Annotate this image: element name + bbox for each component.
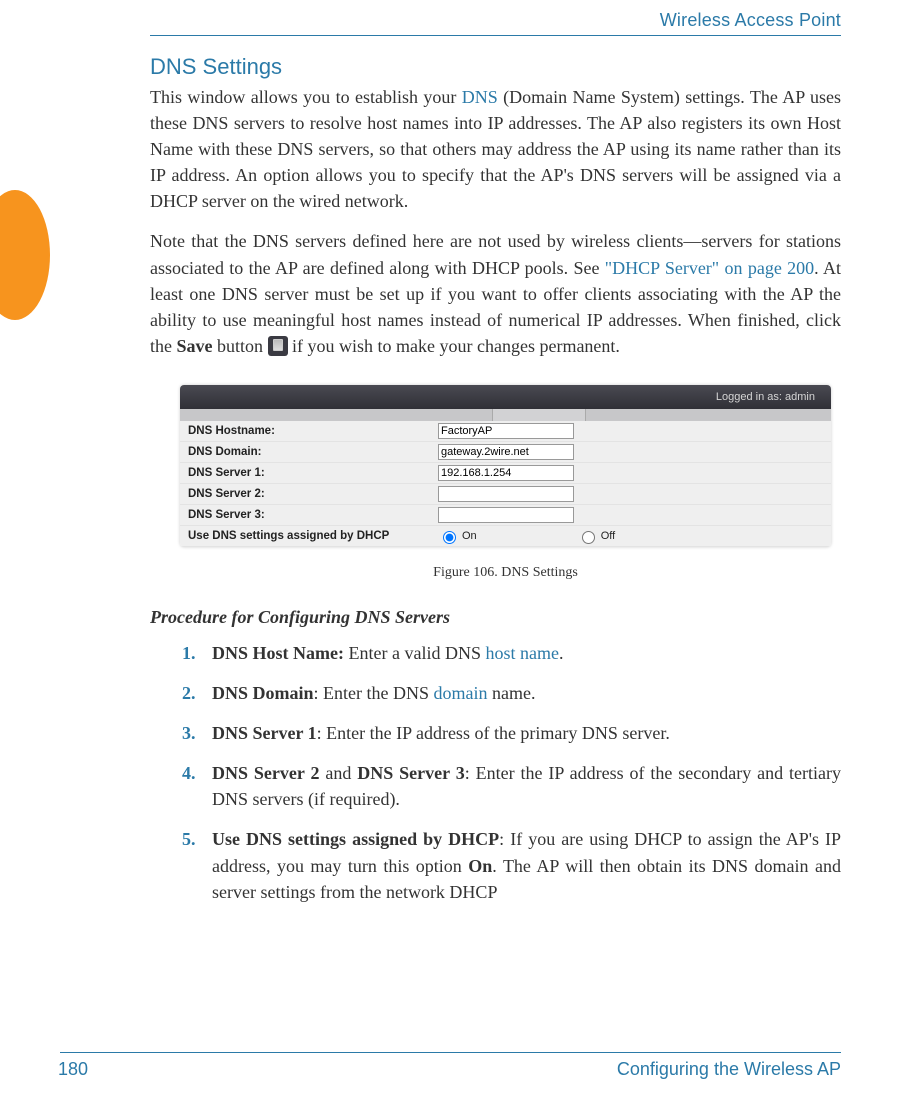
input-dns-domain[interactable]: [438, 444, 574, 460]
save-icon: [268, 336, 288, 356]
radio-on-label: On: [462, 530, 477, 542]
section-title: DNS Settings: [150, 54, 841, 80]
radio-on-wrap[interactable]: On: [438, 528, 477, 544]
input-dns-server-2[interactable]: [438, 486, 574, 502]
s4-bold: DNS Server 2: [212, 763, 319, 783]
radio-off[interactable]: [582, 531, 595, 544]
lbl-dns-server-2: DNS Server 2:: [180, 488, 438, 500]
s4-mid: and: [319, 763, 357, 783]
s2-t1: : Enter the DNS: [314, 683, 434, 703]
figure-106: Logged in as: admin DNS Hostname: DNS Do…: [180, 385, 831, 581]
dns-settings-screenshot: Logged in as: admin DNS Hostname: DNS Do…: [180, 385, 831, 547]
s5-bold: Use DNS settings assigned by DHCP: [212, 829, 499, 849]
proc-step-1: DNS Host Name: Enter a valid DNS host na…: [212, 640, 841, 666]
ui-column-head: [180, 409, 831, 421]
s3-bold: DNS Server 1: [212, 723, 317, 743]
row-dns-server-1: DNS Server 1:: [180, 463, 831, 484]
lbl-dns-server-1: DNS Server 1:: [180, 467, 438, 479]
radio-off-wrap[interactable]: Off: [577, 528, 615, 544]
row-dns-server-3: DNS Server 3:: [180, 505, 831, 526]
footer-section: Configuring the Wireless AP: [617, 1059, 841, 1080]
lbl-dns-hostname: DNS Hostname:: [180, 425, 438, 437]
input-dns-server-1[interactable]: [438, 465, 574, 481]
p1-prefix: This window allows you to establish your: [150, 87, 462, 107]
p2-save-bold: Save: [177, 336, 213, 356]
link-dhcp-server-page[interactable]: "DHCP Server" on page 200: [605, 258, 814, 278]
proc-step-5: Use DNS settings assigned by DHCP: If yo…: [212, 826, 841, 904]
page-number: 180: [58, 1059, 88, 1080]
procedure-heading: Procedure for Configuring DNS Servers: [150, 607, 841, 628]
page-footer: 180 Configuring the Wireless AP: [60, 1052, 841, 1080]
lbl-use-dhcp: Use DNS settings assigned by DHCP: [180, 530, 438, 542]
row-use-dhcp: Use DNS settings assigned by DHCP On Off: [180, 526, 831, 547]
proc-step-4: DNS Server 2 and DNS Server 3: Enter the…: [212, 760, 841, 812]
radio-off-label: Off: [601, 530, 615, 542]
s4-bold2: DNS Server 3: [357, 763, 464, 783]
input-dns-hostname[interactable]: [438, 423, 574, 439]
lbl-dns-domain: DNS Domain:: [180, 446, 438, 458]
input-dns-server-3[interactable]: [438, 507, 574, 523]
row-dns-hostname: DNS Hostname:: [180, 421, 831, 442]
s2-t2: name.: [488, 683, 536, 703]
radio-on[interactable]: [443, 531, 456, 544]
link-host-name[interactable]: host name: [485, 643, 559, 663]
p2-t4: if you wish to make your changes permane…: [288, 336, 620, 356]
paragraph-2: Note that the DNS servers defined here a…: [150, 228, 841, 358]
link-dns[interactable]: DNS: [462, 87, 498, 107]
s5-bold2: On: [468, 856, 492, 876]
p2-t3: button: [213, 336, 268, 356]
s2-bold: DNS Domain: [212, 683, 314, 703]
s1-t1: Enter a valid DNS: [344, 643, 485, 663]
link-domain[interactable]: domain: [434, 683, 488, 703]
row-dns-domain: DNS Domain:: [180, 442, 831, 463]
proc-step-3: DNS Server 1: Enter the IP address of th…: [212, 720, 841, 746]
s3-t1: : Enter the IP address of the primary DN…: [317, 723, 670, 743]
row-dns-server-2: DNS Server 2:: [180, 484, 831, 505]
procedure-list: DNS Host Name: Enter a valid DNS host na…: [150, 640, 841, 905]
figure-caption: Figure 106. DNS Settings: [180, 565, 831, 581]
running-header: Wireless Access Point: [150, 10, 841, 36]
s1-bold: DNS Host Name:: [212, 643, 344, 663]
ui-topbar: Logged in as: admin: [180, 385, 831, 409]
lbl-dns-server-3: DNS Server 3:: [180, 509, 438, 521]
s1-t2: .: [559, 643, 564, 663]
paragraph-1: This window allows you to establish your…: [150, 84, 841, 214]
proc-step-2: DNS Domain: Enter the DNS domain name.: [212, 680, 841, 706]
